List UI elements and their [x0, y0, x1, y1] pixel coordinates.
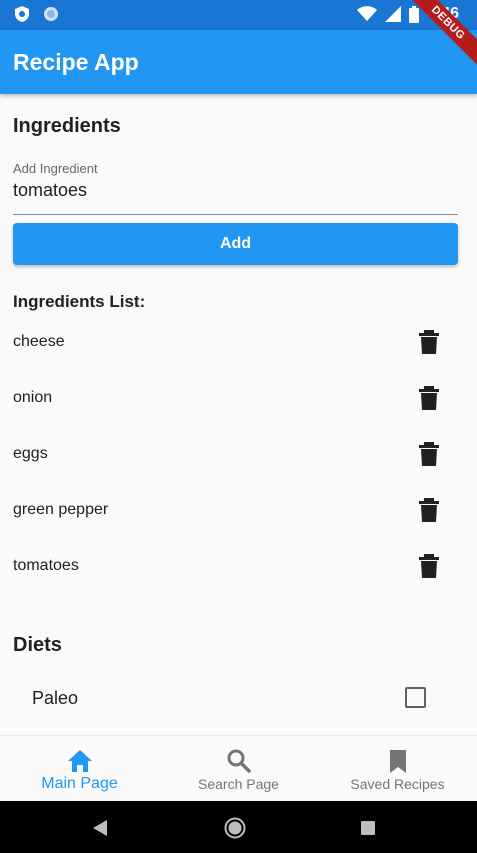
nav-item-saved-recipes[interactable]: Saved Recipes	[318, 736, 477, 802]
nav-label: Main Page	[41, 775, 118, 792]
ingredient-input-label: Add Ingredient	[13, 161, 98, 176]
delete-icon[interactable]	[419, 386, 439, 410]
shield-icon	[15, 6, 29, 22]
nav-label: Saved Recipes	[350, 776, 445, 792]
nav-item-main-page[interactable]: Main Page	[0, 736, 159, 802]
input-underline	[13, 214, 458, 215]
ingredients-title: Ingredients	[13, 115, 121, 137]
app-title: Recipe App	[13, 49, 139, 75]
list-item: onion	[0, 386, 477, 445]
list-item: tomatoes	[0, 554, 477, 613]
back-icon[interactable]	[93, 820, 107, 836]
search-icon	[227, 749, 251, 773]
nav-label: Search Page	[198, 776, 279, 792]
system-navigation-bar	[0, 801, 477, 853]
delete-icon[interactable]	[419, 442, 439, 466]
sync-icon	[44, 7, 58, 21]
app-bar: Recipe App	[0, 30, 477, 94]
delete-icon[interactable]	[419, 554, 439, 578]
home-icon	[67, 750, 92, 772]
ingredient-input[interactable]: tomatoes	[13, 180, 87, 201]
main-content[interactable]: Ingredients Add Ingredient tomatoes Add …	[0, 94, 477, 735]
add-button[interactable]: Add	[13, 223, 458, 265]
bottom-navigation: Main Page Search Page Saved Recipes	[0, 735, 477, 801]
status-bar: 4:46	[0, 0, 477, 30]
diet-label: Paleo	[32, 688, 79, 708]
ingredient-label: green pepper	[13, 501, 109, 518]
wifi-icon	[356, 6, 377, 21]
add-button-label: Add	[219, 235, 252, 252]
ingredient-label: onion	[13, 389, 53, 406]
ingredient-label: tomatoes	[13, 557, 79, 574]
recents-icon[interactable]	[361, 821, 375, 835]
list-item: green pepper	[0, 498, 477, 557]
list-item: eggs	[0, 442, 477, 501]
ingredient-label: eggs	[13, 445, 48, 462]
ingredients-list-title: Ingredients List:	[13, 292, 146, 311]
ingredient-label: cheese	[13, 333, 65, 350]
battery-icon	[408, 5, 419, 23]
home-button-icon[interactable]	[224, 817, 246, 839]
list-item: cheese	[0, 330, 477, 389]
delete-icon[interactable]	[419, 330, 439, 354]
delete-icon[interactable]	[419, 498, 439, 522]
diets-title: Diets	[13, 634, 62, 656]
bookmark-icon	[389, 750, 406, 773]
nav-item-search-page[interactable]: Search Page	[159, 736, 318, 802]
signal-icon	[384, 6, 401, 22]
diet-checkbox[interactable]	[405, 687, 426, 708]
